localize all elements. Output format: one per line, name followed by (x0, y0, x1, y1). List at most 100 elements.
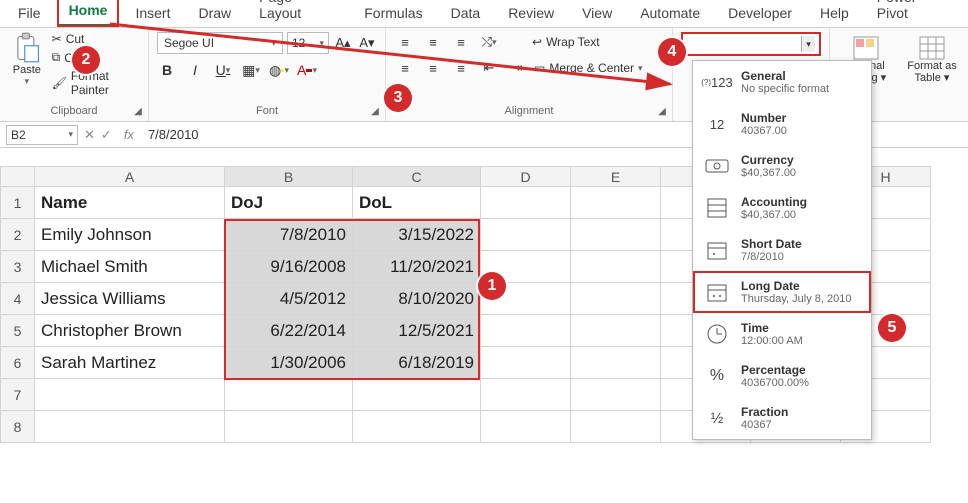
cell-b4[interactable]: 4/5/2012 (225, 283, 353, 315)
tab-file[interactable]: File (6, 1, 53, 27)
tab-help[interactable]: Help (808, 1, 861, 27)
cell-c4[interactable]: 8/10/2020 (353, 283, 481, 315)
wrap-text-button[interactable]: ↩ Wrap Text (532, 35, 600, 49)
tab-home[interactable]: Home (57, 0, 120, 27)
col-header-d[interactable]: D (481, 167, 571, 187)
font-size-select[interactable]: 12 ▾ (287, 32, 329, 54)
cell[interactable] (481, 379, 571, 411)
cell[interactable] (35, 379, 225, 411)
cell-b6[interactable]: 1/30/2006 (225, 347, 353, 379)
font-name-select[interactable]: Segoe UI ▾ (157, 32, 283, 54)
cell-a5[interactable]: Christopher Brown (35, 315, 225, 347)
increase-indent-button[interactable]: ⇥ (506, 58, 528, 78)
tab-review[interactable]: Review (496, 1, 566, 27)
align-middle-button[interactable]: ≡ (422, 32, 444, 52)
tab-developer[interactable]: Developer (716, 1, 804, 27)
merge-center-button[interactable]: ▭ Merge & Center ▾ (534, 61, 643, 75)
row-header-1[interactable]: 1 (1, 187, 35, 219)
paste-button[interactable]: Paste ▾ (8, 32, 46, 97)
cell-b5[interactable]: 6/22/2014 (225, 315, 353, 347)
row-header-4[interactable]: 4 (1, 283, 35, 315)
align-bottom-button[interactable]: ≡ (450, 32, 472, 52)
align-center-button[interactable]: ≡ (422, 58, 444, 78)
cell-c3[interactable]: 11/20/2021 (353, 251, 481, 283)
font-color-button[interactable]: A▾ (297, 60, 317, 80)
decrease-font-button[interactable]: A▾ (357, 33, 377, 53)
cell-e1[interactable] (571, 187, 661, 219)
cell[interactable] (571, 315, 661, 347)
cell[interactable] (571, 283, 661, 315)
format-fraction[interactable]: ½ Fraction40367 (693, 397, 871, 439)
tab-formulas[interactable]: Formulas (352, 1, 434, 27)
enter-formula-button[interactable]: ✓ (101, 127, 112, 143)
cell[interactable] (571, 251, 661, 283)
col-header-c[interactable]: C (353, 167, 481, 187)
cell[interactable] (481, 347, 571, 379)
cell[interactable] (481, 315, 571, 347)
format-number[interactable]: 12 Number40367.00 (693, 103, 871, 145)
cell[interactable] (353, 379, 481, 411)
cell-a2[interactable]: Emily Johnson (35, 219, 225, 251)
format-general[interactable]: (?)123 GeneralNo specific format (693, 61, 871, 103)
format-painter-button[interactable]: 🖌 Format Painter (52, 69, 140, 97)
format-currency[interactable]: Currency$40,367.00 (693, 145, 871, 187)
cell-a1[interactable]: Name (35, 187, 225, 219)
format-as-table-button[interactable]: Format asTable ▾ (904, 36, 960, 84)
cell[interactable] (353, 411, 481, 443)
decrease-indent-button[interactable]: ⇤ (478, 58, 500, 78)
cell[interactable] (571, 219, 661, 251)
name-box[interactable]: B2 ▾ (6, 125, 78, 145)
cell[interactable] (225, 379, 353, 411)
cell-a4[interactable]: Jessica Williams (35, 283, 225, 315)
orientation-button[interactable]: ⤭▾ (478, 32, 500, 52)
cell[interactable] (571, 379, 661, 411)
cell-b3[interactable]: 9/16/2008 (225, 251, 353, 283)
cell-d1[interactable] (481, 187, 571, 219)
tab-view[interactable]: View (570, 1, 624, 27)
col-header-b[interactable]: B (225, 167, 353, 187)
cell-c5[interactable]: 12/5/2021 (353, 315, 481, 347)
cell-b2[interactable]: 7/8/2010 (225, 219, 353, 251)
row-header-7[interactable]: 7 (1, 379, 35, 411)
row-header-6[interactable]: 6 (1, 347, 35, 379)
tab-page-layout[interactable]: Page Layout (247, 0, 348, 27)
format-long-date[interactable]: Long DateThursday, July 8, 2010 (693, 271, 871, 313)
borders-button[interactable]: ▦▾ (241, 60, 261, 80)
cell-c6[interactable]: 6/18/2019 (353, 347, 481, 379)
alignment-launcher[interactable]: ◢ (656, 105, 668, 117)
format-percentage[interactable]: % Percentage4036700.00% (693, 355, 871, 397)
align-left-button[interactable]: ≡ (394, 58, 416, 78)
cell-c1[interactable]: DoL (353, 187, 481, 219)
fx-icon[interactable]: fx (118, 127, 140, 142)
cell[interactable] (481, 411, 571, 443)
select-all-corner[interactable] (1, 167, 35, 187)
italic-button[interactable]: I (185, 60, 205, 80)
tab-power-pivot[interactable]: Power Pivot (865, 0, 962, 27)
cell-a3[interactable]: Michael Smith (35, 251, 225, 283)
row-header-2[interactable]: 2 (1, 219, 35, 251)
row-header-8[interactable]: 8 (1, 411, 35, 443)
cell-b1[interactable]: DoJ (225, 187, 353, 219)
align-right-button[interactable]: ≡ (450, 58, 472, 78)
align-top-button[interactable]: ≡ (394, 32, 416, 52)
font-launcher[interactable]: ◢ (369, 105, 381, 117)
format-short-date[interactable]: Short Date7/8/2010 (693, 229, 871, 271)
increase-font-button[interactable]: A▴ (333, 33, 353, 53)
underline-button[interactable]: U▾ (213, 60, 233, 80)
cell-c2[interactable]: 3/15/2022 (353, 219, 481, 251)
row-header-5[interactable]: 5 (1, 315, 35, 347)
col-header-a[interactable]: A (35, 167, 225, 187)
cell[interactable] (571, 411, 661, 443)
cell[interactable] (35, 411, 225, 443)
cut-button[interactable]: ✂ Cut (52, 32, 140, 46)
cell[interactable] (225, 411, 353, 443)
cell[interactable] (571, 347, 661, 379)
tab-data[interactable]: Data (439, 1, 493, 27)
row-header-3[interactable]: 3 (1, 251, 35, 283)
format-accounting[interactable]: Accounting$40,367.00 (693, 187, 871, 229)
fill-color-button[interactable]: ◍▾ (269, 60, 289, 80)
cell[interactable] (481, 219, 571, 251)
col-header-e[interactable]: E (571, 167, 661, 187)
tab-draw[interactable]: Draw (186, 1, 243, 27)
tab-insert[interactable]: Insert (123, 1, 182, 27)
